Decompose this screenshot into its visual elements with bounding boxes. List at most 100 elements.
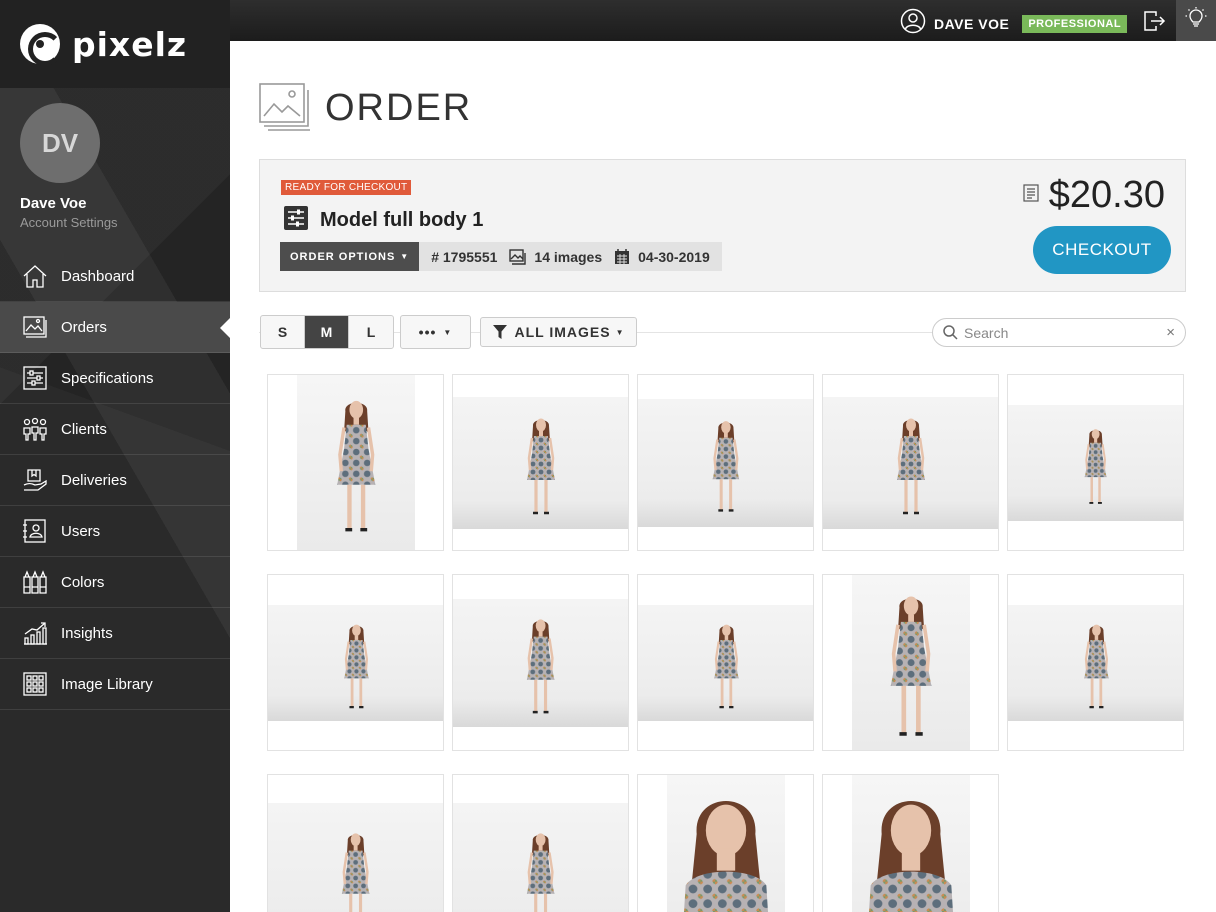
product-photo bbox=[823, 397, 998, 529]
caret-down-icon: ▼ bbox=[443, 327, 453, 337]
model-figure bbox=[891, 412, 931, 527]
model-figure bbox=[521, 613, 560, 726]
invoice-icon[interactable] bbox=[1023, 184, 1039, 207]
product-photo bbox=[1008, 605, 1183, 721]
page-title: ORDER bbox=[325, 87, 473, 129]
image-tile[interactable] bbox=[1007, 574, 1184, 751]
lightbulb-button[interactable] bbox=[1176, 0, 1216, 41]
sidebar-item-users[interactable]: Users bbox=[0, 506, 230, 557]
images-icon bbox=[22, 314, 48, 340]
chart-icon bbox=[22, 620, 48, 646]
sidebar-nav: Dashboard Orders Specifications Clients … bbox=[0, 251, 230, 710]
sidebar-item-specifications[interactable]: Specifications bbox=[0, 353, 230, 404]
color-tubes-icon bbox=[22, 569, 48, 595]
order-options-label: ORDER OPTIONS bbox=[290, 250, 396, 263]
product-photo bbox=[852, 775, 970, 912]
model-figure bbox=[339, 619, 374, 720]
image-tile[interactable] bbox=[452, 574, 629, 751]
search-icon bbox=[943, 325, 958, 340]
sidebar-item-label: Dashboard bbox=[61, 267, 135, 285]
size-large-button[interactable]: L bbox=[349, 316, 393, 348]
image-tile[interactable] bbox=[637, 374, 814, 551]
product-photo bbox=[268, 605, 443, 721]
image-tile[interactable] bbox=[1007, 374, 1184, 551]
order-meta-bar: ORDER OPTIONS ▼ # 1795551 14 images 04-3… bbox=[280, 242, 722, 271]
profile-name: Dave Voe bbox=[20, 195, 87, 212]
product-photo bbox=[638, 605, 813, 721]
size-small-button[interactable]: S bbox=[261, 316, 305, 348]
model-figure bbox=[882, 587, 940, 750]
image-tile[interactable] bbox=[637, 774, 814, 912]
user-icon bbox=[900, 8, 926, 39]
sliders-icon bbox=[22, 365, 48, 391]
avatar[interactable]: DV bbox=[20, 103, 100, 183]
topbar-user[interactable]: DAVE VOE PROFESSIONAL bbox=[900, 8, 1128, 39]
image-tile[interactable] bbox=[822, 374, 999, 551]
lightbulb-icon bbox=[1185, 7, 1207, 34]
thumbnail-size-toggle: S M L bbox=[260, 315, 394, 349]
model-figure bbox=[671, 779, 781, 912]
model-figure bbox=[521, 827, 560, 912]
status-badge: READY FOR CHECKOUT bbox=[281, 180, 412, 195]
model-figure bbox=[1080, 424, 1111, 515]
search-box: × bbox=[932, 318, 1186, 347]
pixelz-logo-icon bbox=[20, 24, 62, 66]
sidebar: pixelz DV Dave Voe Account Settings Dash… bbox=[0, 0, 230, 912]
model-figure bbox=[329, 392, 384, 547]
filter-label: ALL IMAGES bbox=[514, 324, 611, 340]
order-name-row: Model full body 1 bbox=[284, 206, 483, 235]
model-figure bbox=[336, 827, 375, 912]
product-photo bbox=[852, 575, 970, 750]
caret-down-icon: ▼ bbox=[400, 252, 410, 261]
more-actions-label: ••• bbox=[418, 324, 437, 340]
image-count: 14 images bbox=[509, 249, 602, 265]
search-input[interactable] bbox=[964, 324, 1154, 341]
grid-icon bbox=[22, 671, 48, 697]
sidebar-item-orders[interactable]: Orders bbox=[0, 302, 230, 353]
calendar-icon bbox=[615, 248, 630, 264]
profile: DV Dave Voe Account Settings bbox=[20, 103, 118, 230]
delivery-icon bbox=[22, 467, 48, 493]
product-photo bbox=[453, 397, 628, 529]
image-tile[interactable] bbox=[822, 574, 999, 751]
order-options-button[interactable]: ORDER OPTIONS ▼ bbox=[280, 242, 420, 271]
sidebar-item-label: Clients bbox=[61, 420, 107, 438]
sidebar-item-deliveries[interactable]: Deliveries bbox=[0, 455, 230, 506]
logout-icon[interactable] bbox=[1142, 9, 1166, 38]
image-tile[interactable] bbox=[452, 374, 629, 551]
sliders-icon bbox=[284, 206, 308, 235]
product-photo bbox=[268, 803, 443, 912]
checkout-button[interactable]: CHECKOUT bbox=[1033, 226, 1171, 274]
sidebar-item-insights[interactable]: Insights bbox=[0, 608, 230, 659]
sidebar-item-label: Image Library bbox=[61, 675, 153, 693]
order-summary-card: READY FOR CHECKOUT Model full body 1 ORD… bbox=[259, 159, 1186, 292]
sidebar-item-label: Deliveries bbox=[61, 471, 127, 489]
top-bar: DAVE VOE PROFESSIONAL bbox=[230, 0, 1216, 41]
sidebar-item-dashboard[interactable]: Dashboard bbox=[0, 251, 230, 302]
image-tile[interactable] bbox=[267, 574, 444, 751]
clear-search-icon[interactable]: × bbox=[1166, 324, 1175, 341]
more-actions-button[interactable]: ••• ▼ bbox=[400, 315, 471, 349]
brand-header[interactable]: pixelz bbox=[0, 0, 230, 88]
filter-icon bbox=[492, 325, 507, 339]
size-medium-button[interactable]: M bbox=[305, 316, 349, 348]
sidebar-item-clients[interactable]: Clients bbox=[0, 404, 230, 455]
image-tile[interactable] bbox=[822, 774, 999, 912]
image-tile[interactable] bbox=[267, 774, 444, 912]
filter-images-button[interactable]: ALL IMAGES ▼ bbox=[480, 317, 637, 347]
sidebar-item-colors[interactable]: Colors bbox=[0, 557, 230, 608]
order-date: 04-30-2019 bbox=[614, 248, 710, 265]
model-figure bbox=[521, 412, 561, 527]
product-photo bbox=[453, 599, 628, 727]
caret-down-icon: ▼ bbox=[615, 327, 625, 337]
image-tile[interactable] bbox=[452, 774, 629, 912]
image-tile[interactable] bbox=[637, 574, 814, 751]
sidebar-item-label: Colors bbox=[61, 573, 105, 591]
model-figure bbox=[1079, 619, 1114, 720]
sidebar-item-image-library[interactable]: Image Library bbox=[0, 659, 230, 710]
plan-badge: PROFESSIONAL bbox=[1022, 14, 1128, 33]
brand-name: pixelz bbox=[72, 24, 188, 64]
image-tile[interactable] bbox=[267, 374, 444, 551]
account-settings-link[interactable]: Account Settings bbox=[20, 215, 118, 230]
images-icon bbox=[509, 248, 527, 265]
